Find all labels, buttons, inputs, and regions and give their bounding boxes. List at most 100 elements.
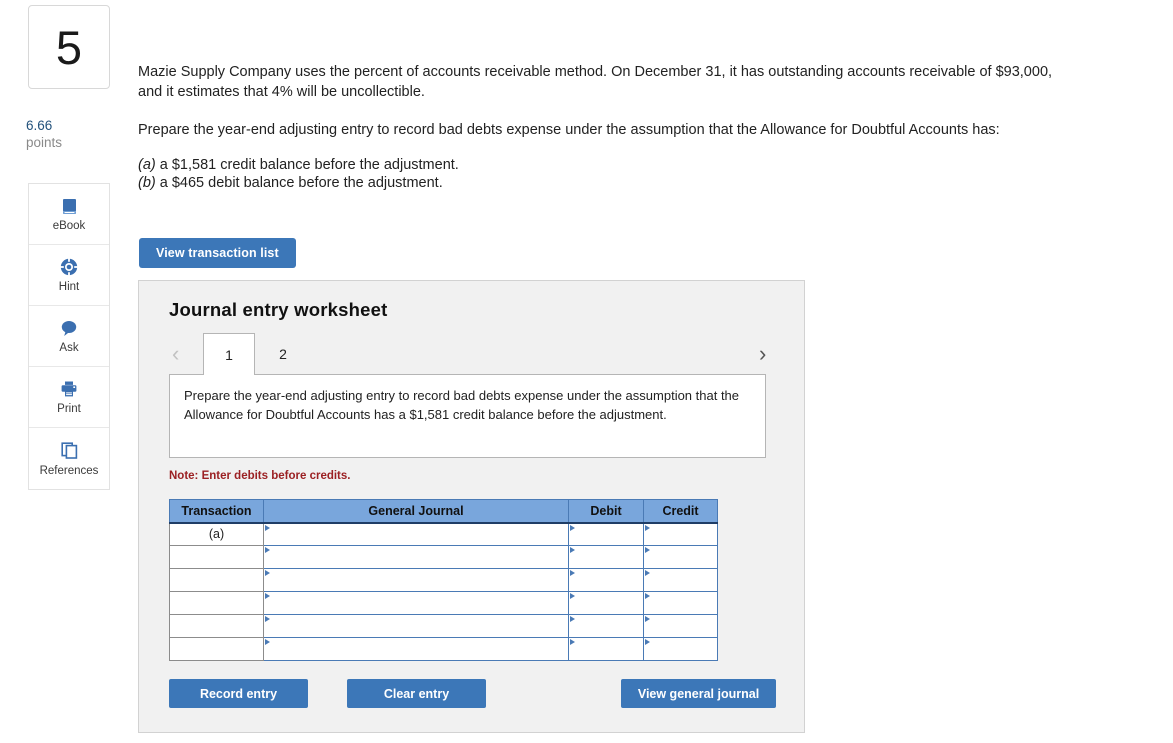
cell-marker-icon — [645, 524, 650, 531]
tool-item-references[interactable]: References — [29, 428, 109, 489]
column-header-general-journal: General Journal — [263, 499, 569, 524]
cell-marker-icon — [265, 547, 270, 553]
journal-entry-table: Transaction General Journal Debit Credit… — [169, 499, 718, 661]
view-transaction-list-button[interactable]: View transaction list — [139, 238, 296, 268]
credit-input[interactable] — [643, 568, 718, 592]
question-option-a: (a) a $1,581 credit balance before the a… — [138, 156, 1068, 174]
cell-marker-icon — [645, 639, 650, 645]
option-a-text: a $1,581 credit balance before the adjus… — [155, 157, 459, 173]
question-paragraph-2: Prepare the year-end adjusting entry to … — [138, 122, 1000, 138]
tool-item-ask[interactable]: Ask — [29, 306, 109, 367]
printer-icon — [59, 378, 79, 400]
cell-marker-icon — [570, 593, 575, 599]
record-entry-button[interactable]: Record entry — [169, 679, 308, 708]
left-rail: 5 6.66 points eBook Hint Ask Print Refer… — [0, 0, 136, 743]
book-icon — [60, 195, 79, 217]
credit-input[interactable] — [643, 614, 718, 638]
question-number: 5 — [55, 20, 83, 74]
debit-input[interactable] — [568, 522, 644, 546]
points-block: 6.66 points — [26, 117, 126, 151]
tool-label-ebook: eBook — [52, 220, 86, 232]
worksheet-tabs: ‹ 1 2 › — [139, 333, 806, 375]
cell-marker-icon — [645, 547, 650, 553]
tool-label-print: Print — [57, 403, 81, 415]
debits-before-credits-note: Note: Enter debits before credits. — [169, 470, 351, 482]
copy-pages-icon — [60, 440, 79, 462]
transaction-cell — [169, 568, 264, 592]
question-option-b: (b) a $465 debit balance before the adju… — [138, 174, 1068, 192]
cell-marker-icon — [265, 639, 270, 645]
cell-marker-icon — [570, 524, 575, 531]
general-journal-input[interactable] — [263, 545, 569, 569]
column-header-transaction: Transaction — [169, 499, 264, 524]
cell-marker-icon — [265, 616, 270, 622]
debit-input[interactable] — [568, 545, 644, 569]
general-journal-input[interactable] — [263, 522, 569, 546]
question-text: Mazie Supply Company uses the percent of… — [138, 62, 1068, 192]
debit-input[interactable] — [568, 568, 644, 592]
general-journal-input[interactable] — [263, 591, 569, 615]
cell-marker-icon — [570, 570, 575, 576]
tool-label-hint: Hint — [58, 281, 80, 293]
general-journal-input[interactable] — [263, 637, 569, 661]
cell-marker-icon — [645, 593, 650, 599]
debit-input[interactable] — [568, 637, 644, 661]
transaction-cell — [169, 614, 264, 638]
cell-marker-icon — [265, 570, 270, 576]
table-row — [169, 614, 718, 638]
tool-item-print[interactable]: Print — [29, 367, 109, 428]
table-header-row: Transaction General Journal Debit Credit — [169, 499, 718, 524]
worksheet-prompt-text: Prepare the year-end adjusting entry to … — [184, 388, 740, 422]
tab-prev-arrow-icon[interactable]: ‹ — [172, 343, 179, 365]
cell-marker-icon — [645, 616, 650, 622]
table-row — [169, 568, 718, 592]
journal-entry-worksheet-panel: Journal entry worksheet ‹ 1 2 › Prepare … — [138, 280, 805, 733]
transaction-cell — [169, 637, 264, 661]
worksheet-prompt-box: Prepare the year-end adjusting entry to … — [169, 374, 766, 458]
table-row: (a) — [169, 522, 718, 546]
cell-marker-icon — [570, 616, 575, 622]
tab-next-arrow-icon[interactable]: › — [759, 343, 766, 365]
tool-list: eBook Hint Ask Print References — [28, 183, 110, 490]
option-b-marker: (b) — [138, 175, 156, 191]
general-journal-input[interactable] — [263, 614, 569, 638]
points-label: points — [26, 135, 63, 150]
worksheet-tab-2[interactable]: 2 — [257, 333, 309, 375]
tool-label-ask: Ask — [59, 342, 79, 354]
text-gap-2 — [138, 140, 1068, 156]
tool-item-ebook[interactable]: eBook — [29, 184, 109, 245]
points-value: 6.66 — [26, 118, 53, 133]
speech-bubble-icon — [59, 317, 79, 339]
credit-input[interactable] — [643, 545, 718, 569]
general-journal-input[interactable] — [263, 568, 569, 592]
option-b-text: a $465 debit balance before the adjustme… — [155, 175, 443, 191]
transaction-cell: (a) — [169, 522, 264, 546]
transaction-cell — [169, 591, 264, 615]
clear-entry-button[interactable]: Clear entry — [347, 679, 486, 708]
table-row — [169, 591, 718, 615]
life-ring-icon — [59, 256, 79, 278]
worksheet-tab-1[interactable]: 1 — [203, 333, 255, 375]
cell-marker-icon — [265, 593, 270, 599]
view-general-journal-button[interactable]: View general journal — [621, 679, 776, 708]
credit-input[interactable] — [643, 637, 718, 661]
cell-marker-icon — [570, 547, 575, 553]
debit-input[interactable] — [568, 614, 644, 638]
column-header-debit: Debit — [568, 499, 644, 524]
table-row — [169, 545, 718, 569]
option-a-marker: (a) — [138, 157, 156, 173]
tool-label-references: References — [39, 464, 99, 477]
cell-marker-icon — [265, 524, 270, 531]
column-header-credit: Credit — [643, 499, 718, 524]
question-page: 5 6.66 points eBook Hint Ask Print Refer… — [0, 0, 1173, 743]
credit-input[interactable] — [643, 522, 718, 546]
table-row — [169, 637, 718, 661]
question-paragraph-1: Mazie Supply Company uses the percent of… — [138, 64, 1053, 100]
debit-input[interactable] — [568, 591, 644, 615]
tool-item-hint[interactable]: Hint — [29, 245, 109, 306]
cell-marker-icon — [570, 639, 575, 645]
cell-marker-icon — [645, 570, 650, 576]
credit-input[interactable] — [643, 591, 718, 615]
worksheet-title: Journal entry worksheet — [169, 299, 388, 320]
text-gap-1 — [138, 102, 1068, 120]
